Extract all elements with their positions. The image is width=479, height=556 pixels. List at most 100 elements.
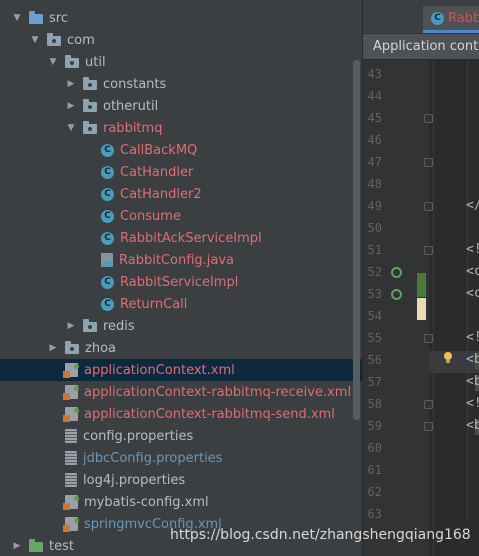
editor-tab-label: Rabbi bbox=[448, 10, 479, 26]
package-folder-icon bbox=[83, 77, 97, 90]
tree-row[interactable]: ▼ com bbox=[0, 29, 362, 51]
expanded-arrow-icon[interactable]: ▼ bbox=[11, 7, 23, 29]
tree-item-label: util bbox=[85, 54, 106, 70]
tree-row[interactable]: ▶CCatHandler2 bbox=[0, 183, 362, 205]
code-line[interactable]: <b bbox=[466, 349, 479, 371]
tree-row[interactable]: ▶mybatis-config.xml bbox=[0, 491, 362, 513]
line-number: 62 bbox=[367, 485, 382, 499]
tree-item-label: CallBackMQ bbox=[120, 142, 198, 158]
fold-marker-icon[interactable] bbox=[424, 400, 433, 409]
editor-tab-bar: C Rabbi bbox=[363, 0, 479, 34]
tree-item-label: config.properties bbox=[83, 428, 194, 444]
tree-item-label: applicationContext-rabbitmq-send.xml bbox=[84, 406, 335, 422]
tree-row[interactable]: ▼ rabbitmq bbox=[0, 117, 362, 139]
code-line[interactable]: <! bbox=[466, 239, 479, 261]
package-folder-icon bbox=[47, 33, 61, 46]
line-number: 43 bbox=[367, 67, 382, 81]
tree-row[interactable]: ▶CRabbitAckServiceImpl bbox=[0, 227, 362, 249]
code-line[interactable]: </ bbox=[466, 195, 479, 217]
tree-row[interactable]: ▶applicationContext.xml bbox=[0, 359, 362, 381]
line-number: 57 bbox=[367, 375, 382, 389]
editor-tab[interactable]: C Rabbi bbox=[423, 6, 479, 33]
line-number: 59 bbox=[367, 419, 382, 433]
package-folder-icon bbox=[65, 55, 79, 68]
tree-row[interactable]: ▶jdbcConfig.properties bbox=[0, 447, 362, 469]
properties-file-icon bbox=[65, 473, 77, 487]
tree-item-label: RabbitAckServiceImpl bbox=[120, 230, 262, 246]
collapsed-arrow-icon[interactable]: ▶ bbox=[65, 315, 77, 337]
code-line[interactable]: <c bbox=[466, 261, 479, 283]
line-number: 44 bbox=[367, 89, 382, 103]
line-number: 55 bbox=[367, 331, 382, 345]
src-folder-icon bbox=[29, 11, 43, 24]
implementation-marker-icon[interactable] bbox=[391, 289, 402, 300]
breadcrumb[interactable]: Application conte bbox=[363, 34, 479, 59]
tree-row[interactable]: ▶ zhoa bbox=[0, 337, 362, 359]
collapsed-arrow-icon[interactable]: ▶ bbox=[65, 95, 77, 117]
tree-item-label: otherutil bbox=[103, 98, 159, 114]
fold-marker-icon[interactable] bbox=[424, 202, 433, 211]
tree-row[interactable]: ▶RabbitConfig.java bbox=[0, 249, 362, 271]
line-number: 51 bbox=[367, 243, 382, 257]
fold-marker-icon[interactable] bbox=[424, 246, 433, 255]
collapsed-arrow-icon[interactable]: ▶ bbox=[11, 535, 23, 556]
watermark: https://blog.csdn.net/zhangshengqiang168 bbox=[170, 527, 471, 543]
tree-item-label: applicationContext.xml bbox=[84, 362, 235, 378]
tree-item-label: jdbcConfig.properties bbox=[83, 450, 223, 466]
code-line[interactable]: <! bbox=[466, 393, 479, 415]
tree-row[interactable]: ▶CRabbitServiceImpl bbox=[0, 271, 362, 293]
line-number: 52 bbox=[367, 265, 382, 279]
intention-bulb-icon[interactable] bbox=[443, 352, 453, 364]
collapsed-arrow-icon[interactable]: ▶ bbox=[65, 73, 77, 95]
vcs-added-marker[interactable] bbox=[417, 273, 426, 297]
xml-file-icon bbox=[63, 407, 79, 422]
tree-item-label: applicationContext-rabbitmq-receive.xml bbox=[84, 384, 352, 400]
expanded-arrow-icon[interactable]: ▼ bbox=[65, 117, 77, 139]
tree-row[interactable]: ▶CCallBackMQ bbox=[0, 139, 362, 161]
expanded-arrow-icon[interactable]: ▼ bbox=[29, 29, 41, 51]
tree-row[interactable]: ▶log4j.properties bbox=[0, 469, 362, 491]
tree-item-label: src bbox=[49, 10, 68, 26]
fold-marker-icon[interactable] bbox=[424, 422, 433, 431]
tree-row[interactable]: ▼ util bbox=[0, 51, 362, 73]
code-line[interactable]: <! bbox=[466, 327, 479, 349]
implementation-marker-icon[interactable] bbox=[391, 267, 402, 278]
code-line[interactable]: <b bbox=[466, 415, 479, 437]
tree-item-label: RabbitServiceImpl bbox=[120, 274, 239, 290]
expanded-arrow-icon[interactable]: ▼ bbox=[47, 51, 59, 73]
breadcrumb-label: Application conte bbox=[373, 39, 479, 54]
xml-file-icon bbox=[63, 495, 79, 510]
tree-row[interactable]: ▶CCatHandler bbox=[0, 161, 362, 183]
vcs-modified-marker[interactable] bbox=[417, 298, 426, 320]
tree-item-label: zhoa bbox=[85, 340, 116, 356]
tree-row[interactable]: ▶CReturnCall bbox=[0, 293, 362, 315]
package-folder-icon bbox=[65, 341, 79, 354]
tree-item-label: log4j.properties bbox=[83, 472, 186, 488]
fold-marker-icon[interactable] bbox=[424, 114, 433, 123]
tree-row[interactable]: ▶ redis bbox=[0, 315, 362, 337]
tree-scrollbar[interactable] bbox=[353, 60, 360, 420]
tree-row[interactable]: ▼ src bbox=[0, 7, 362, 29]
line-number: 53 bbox=[367, 287, 382, 301]
tree-item-label: CatHandler2 bbox=[120, 186, 202, 202]
tree-row[interactable]: ▶ otherutil bbox=[0, 95, 362, 117]
tree-row[interactable]: ▶config.properties bbox=[0, 425, 362, 447]
code-line[interactable]: <b bbox=[466, 371, 479, 393]
tree-row[interactable]: ▶CConsume bbox=[0, 205, 362, 227]
indent-guide bbox=[433, 60, 434, 556]
tree-row[interactable]: ▶applicationContext-rabbitmq-receive.xml bbox=[0, 381, 362, 403]
xml-file-icon bbox=[63, 517, 79, 532]
line-number: 47 bbox=[367, 155, 382, 169]
tree-row[interactable]: ▶applicationContext-rabbitmq-send.xml bbox=[0, 403, 362, 425]
tree-item-label: mybatis-config.xml bbox=[84, 494, 209, 510]
tree-item-label: rabbitmq bbox=[103, 120, 163, 136]
tree-row[interactable]: ▶ constants bbox=[0, 73, 362, 95]
xml-file-icon bbox=[63, 385, 79, 400]
code-line[interactable]: <c bbox=[466, 283, 479, 305]
tree-item-label: redis bbox=[103, 318, 135, 334]
collapsed-arrow-icon[interactable]: ▶ bbox=[47, 337, 59, 359]
fold-marker-icon[interactable] bbox=[424, 158, 433, 167]
tree-item-label: com bbox=[67, 32, 95, 48]
code-editor: C Rabbi Application conte 43 44 45 46 47 48 49… bbox=[363, 0, 479, 556]
fold-marker-icon[interactable] bbox=[424, 334, 433, 343]
